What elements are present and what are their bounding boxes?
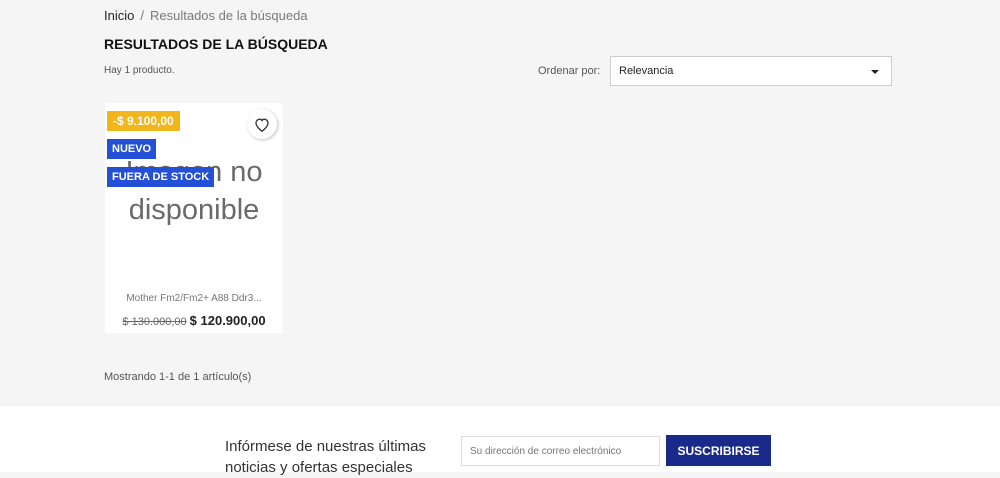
new-badge: NUEVO (107, 139, 157, 159)
wishlist-button[interactable] (247, 109, 277, 139)
newsletter-line: Infórmese de nuestras últimas (225, 438, 426, 455)
breadcrumb-current: Resultados de la búsqueda (149, 8, 308, 23)
product-price: $ 130.000,00 $ 120.900,00 (105, 312, 283, 330)
subscribe-button[interactable]: SUSCRIBIRSE (666, 435, 771, 466)
image-placeholder-text: disponible (128, 194, 260, 226)
pagination-summary: Mostrando 1-1 de 1 artículo(s) (104, 371, 252, 383)
sort-selected: Relevancia (619, 65, 674, 77)
caret-down-icon (871, 70, 879, 74)
newsletter-line: noticias y ofertas especiales (225, 459, 413, 476)
product-name[interactable]: Mother Fm2/Fm2+ A88 Ddr3... (105, 293, 283, 304)
newsletter-section: Infórmese de nuestras últimas noticias y … (0, 406, 1000, 476)
out-of-stock-badge: FUERA DE STOCK (107, 167, 215, 187)
discount-badge: -$ 9.100,00 (107, 111, 180, 131)
sort-label: Ordenar por: (538, 65, 601, 77)
product-card[interactable]: Imagen nodisponible -$ 9.100,00 NUEVO FU… (105, 103, 283, 333)
email-input[interactable] (461, 436, 660, 466)
page-title: RESULTADOS DE LA BÚSQUEDA (104, 36, 328, 52)
heart-icon (255, 117, 269, 132)
current-price: $ 120.900,00 (189, 313, 266, 328)
sort-select[interactable]: Relevancia (610, 56, 892, 86)
old-price: $ 130.000,00 (122, 316, 187, 328)
breadcrumb: Inicio / Resultados de la búsqueda (104, 8, 308, 23)
product-image[interactable]: Imagen nodisponible (105, 153, 283, 229)
product-count: Hay 1 producto. (104, 65, 175, 76)
breadcrumb-separator: / (140, 8, 144, 23)
breadcrumb-home[interactable]: Inicio (104, 8, 134, 23)
